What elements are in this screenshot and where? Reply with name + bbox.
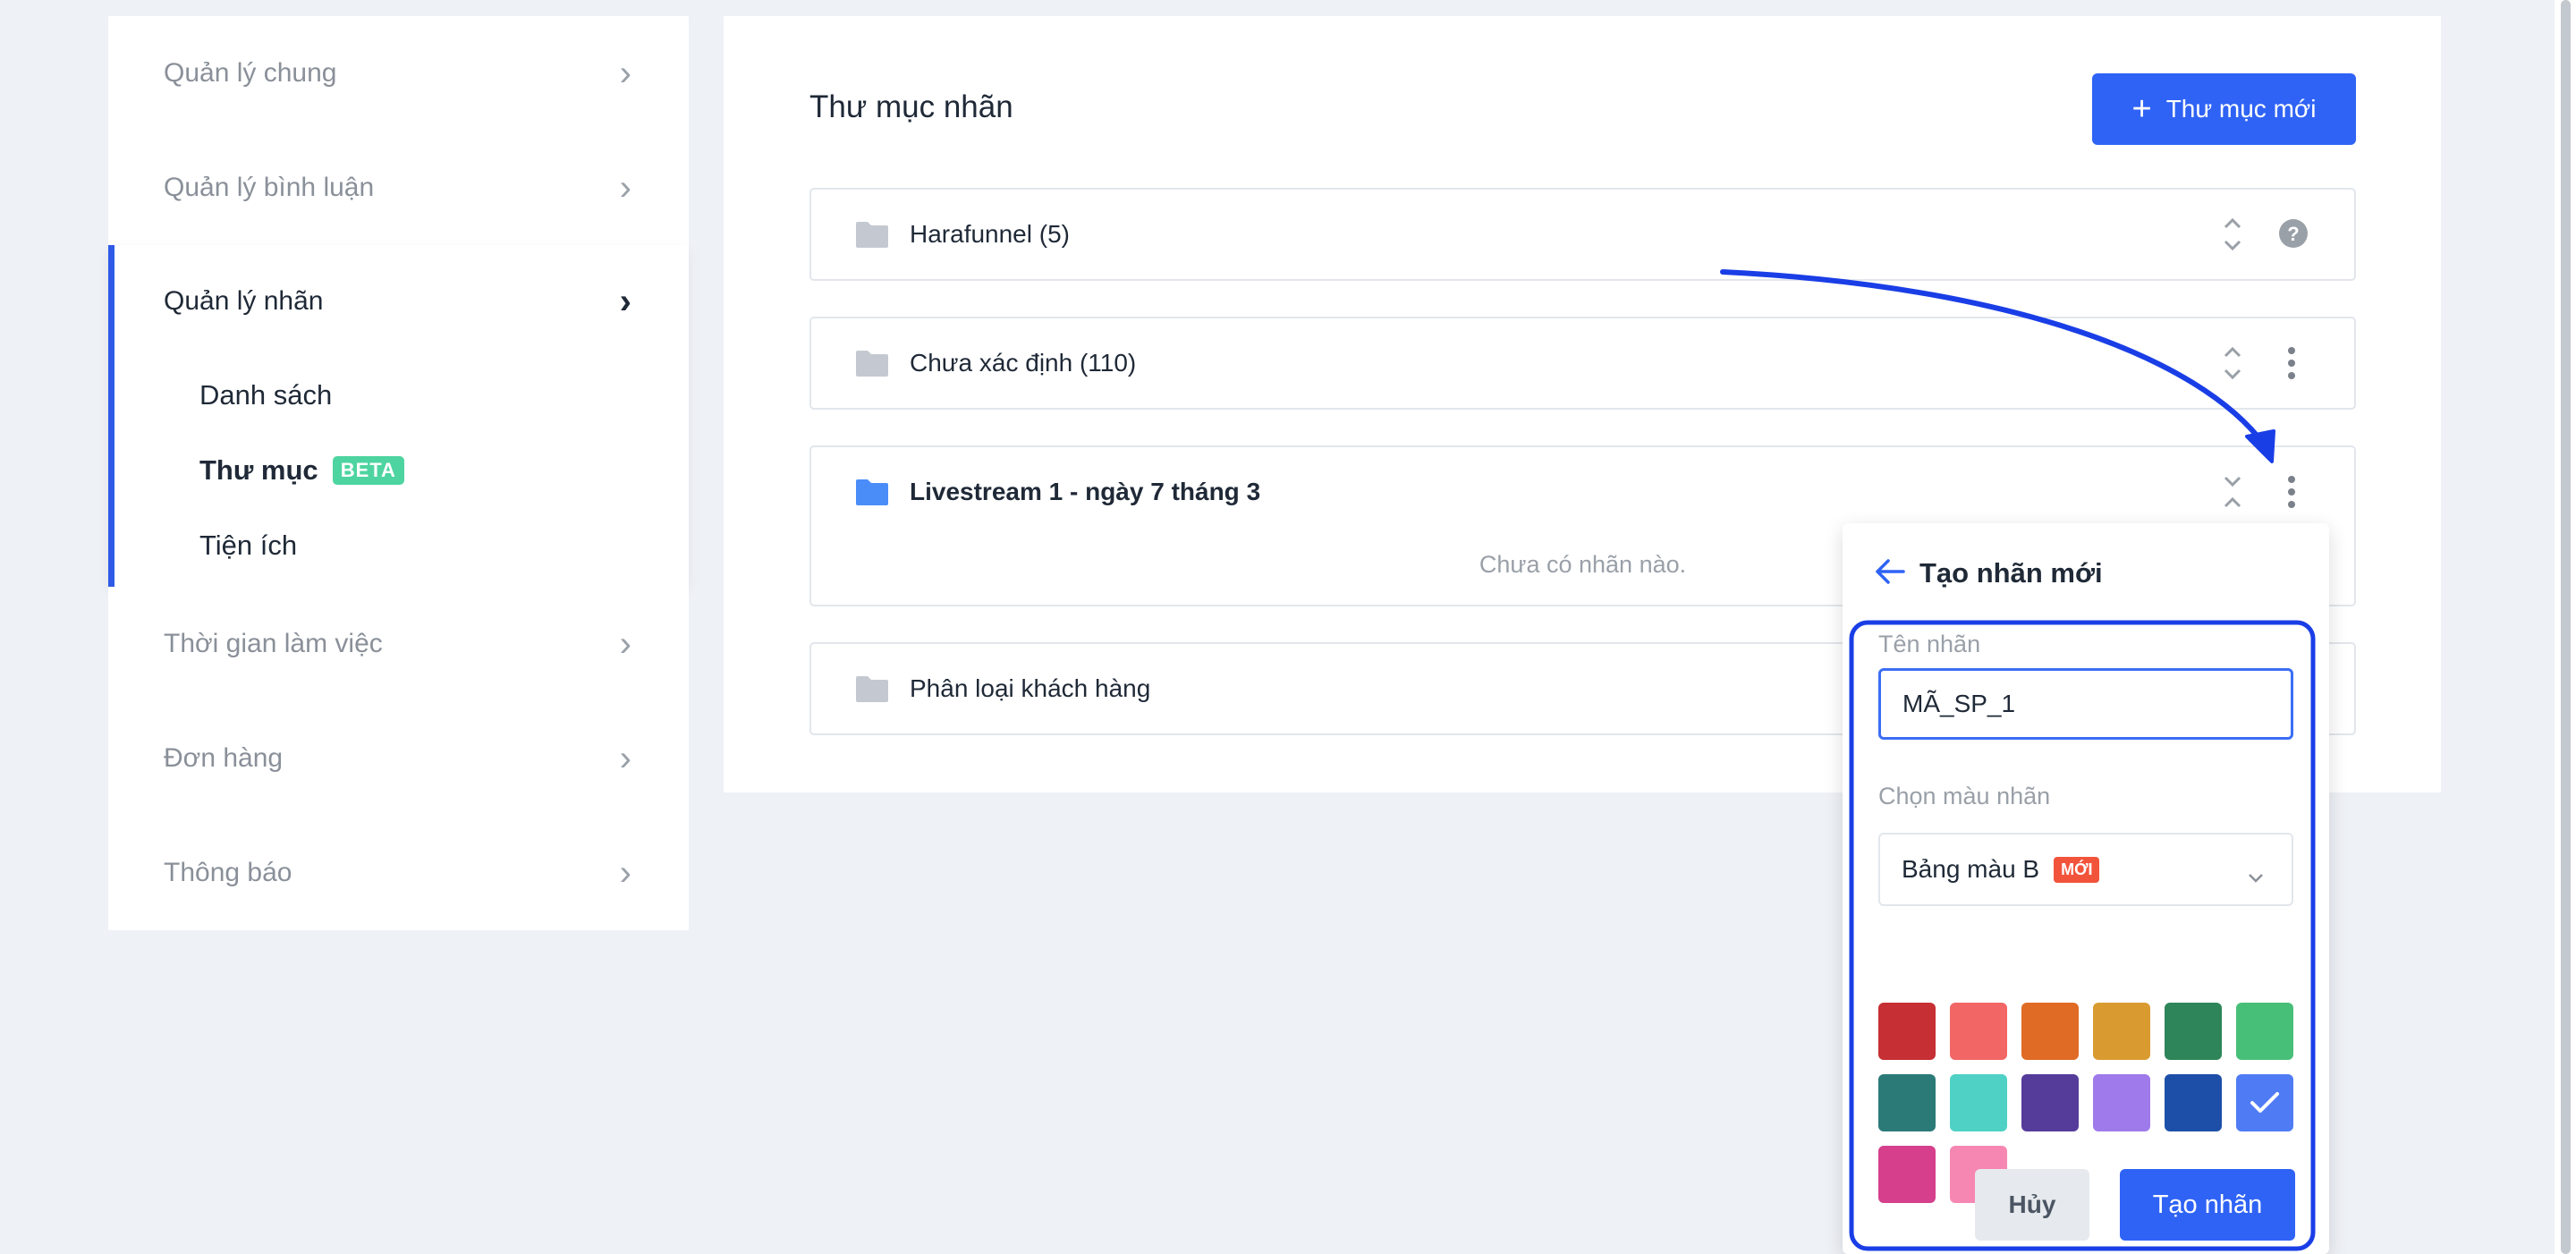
sidebar: Quản lý chung › Quản lý bình luận › Quản… — [108, 16, 689, 930]
label-name-label: Tên nhãn — [1878, 631, 1981, 657]
create-label-button[interactable]: Tạo nhãn — [2120, 1169, 2295, 1241]
sort-icon[interactable] — [2223, 215, 2242, 258]
folder-name: Chưa xác định (110) — [910, 349, 1137, 377]
chevron-right-icon: › — [619, 624, 631, 664]
sidebar-subitem-label: Tiện ích — [199, 530, 298, 561]
palette-select[interactable]: Bảng màu B MỚI — [1878, 833, 2293, 906]
sidebar-item-labels[interactable]: Quản lý nhãn › — [114, 245, 689, 358]
color-swatch[interactable] — [2021, 1003, 2079, 1060]
sidebar-item-label: Thời gian làm việc — [164, 629, 383, 658]
new-badge: MỚI — [2054, 856, 2100, 883]
sidebar-item-label: Quản lý chung — [164, 58, 337, 88]
sidebar-item-label: Thông báo — [164, 858, 292, 887]
sidebar-subitem-label: Danh sách — [199, 379, 333, 411]
label-name-input[interactable] — [1878, 668, 2293, 740]
page-title: Thư mục nhãn — [809, 89, 1013, 124]
more-vertical-icon[interactable] — [2285, 474, 2298, 514]
sidebar-subitem-folders[interactable]: Thư mục BETA — [114, 433, 689, 508]
sidebar-item-notifications[interactable]: Thông báo › — [108, 816, 689, 930]
sidebar-subitem-label: Thư mục — [199, 454, 318, 486]
popover-header: Tạo nhãn mới — [1875, 557, 2103, 589]
folder-icon — [854, 349, 890, 377]
folder-name: Phân loại khách hàng — [910, 674, 1151, 702]
color-swatch[interactable] — [2093, 1074, 2150, 1131]
color-swatch[interactable] — [1878, 1146, 1936, 1203]
chevron-down-icon — [2247, 861, 2265, 890]
collapse-icon[interactable] — [2223, 472, 2242, 516]
chevron-right-icon: › — [619, 282, 631, 321]
sidebar-group-bottom: Thời gian làm việc › Đơn hàng › Thông bá… — [108, 587, 689, 930]
color-swatch[interactable] — [2236, 1003, 2293, 1060]
help-icon[interactable]: ? — [2278, 218, 2309, 253]
sidebar-item-general[interactable]: Quản lý chung › — [108, 16, 689, 131]
color-swatch[interactable] — [1950, 1003, 2007, 1060]
beta-badge: BETA — [332, 456, 404, 485]
folder-name: Harafunnel (5) — [910, 220, 1070, 248]
label-color-label: Chọn màu nhãn — [1878, 783, 2051, 809]
folder-icon — [854, 674, 890, 703]
color-swatch[interactable] — [1878, 1074, 1936, 1131]
sidebar-item-label: Quản lý bình luận — [164, 173, 375, 202]
folder-icon — [854, 478, 890, 506]
more-vertical-icon[interactable] — [2285, 345, 2298, 386]
sidebar-item-working-hours[interactable]: Thời gian làm việc › — [108, 587, 689, 701]
color-swatch[interactable] — [2236, 1074, 2293, 1131]
new-folder-button-label: Thư mục mới — [2165, 95, 2317, 123]
chevron-right-icon: › — [619, 54, 631, 93]
folder-row[interactable]: Chưa xác định (110) — [809, 317, 2356, 410]
sort-icon[interactable] — [2223, 343, 2242, 387]
svg-text:?: ? — [2287, 223, 2299, 245]
color-swatch[interactable] — [2165, 1074, 2222, 1131]
back-arrow-icon[interactable] — [1875, 558, 1905, 589]
popover-title: Tạo nhãn mới — [1919, 557, 2103, 589]
chevron-right-icon: › — [619, 168, 631, 208]
check-icon — [2250, 1092, 2279, 1113]
color-swatch[interactable] — [2093, 1003, 2150, 1060]
color-swatch[interactable] — [1878, 1003, 1936, 1060]
color-swatch[interactable] — [2165, 1003, 2222, 1060]
chevron-right-icon: › — [619, 739, 631, 778]
sidebar-group-top: Quản lý chung › Quản lý bình luận › — [108, 16, 689, 245]
cancel-button[interactable]: Hủy — [1975, 1169, 2089, 1241]
color-swatch[interactable] — [1950, 1074, 2007, 1131]
sidebar-item-orders[interactable]: Đơn hàng › — [108, 701, 689, 816]
color-swatch[interactable] — [2021, 1074, 2079, 1131]
folder-name: Livestream 1 - ngày 7 tháng 3 — [910, 478, 1261, 505]
plus-icon: + — [2131, 90, 2152, 128]
scrollbar-thumb[interactable] — [2561, 0, 2571, 1254]
new-folder-button[interactable]: + Thư mục mới — [2092, 73, 2356, 145]
sidebar-item-comments[interactable]: Quản lý bình luận › — [108, 131, 689, 245]
sidebar-item-label: Đơn hàng — [164, 743, 284, 773]
folder-row[interactable]: Harafunnel (5) ? — [809, 188, 2356, 281]
palette-select-value: Bảng màu B — [1902, 855, 2040, 883]
sidebar-item-label: Quản lý nhãn — [164, 286, 324, 316]
sidebar-group-labels: Quản lý nhãn › Danh sách Thư mục BETA Ti… — [108, 245, 689, 587]
chevron-right-icon: › — [619, 853, 631, 893]
sidebar-subitem-utilities[interactable]: Tiện ích — [114, 508, 689, 583]
folder-icon — [854, 220, 890, 249]
sidebar-subitem-list[interactable]: Danh sách — [114, 358, 689, 433]
create-label-popover: Tạo nhãn mới Tên nhãn Chọn màu nhãn Bảng… — [1843, 523, 2329, 1254]
